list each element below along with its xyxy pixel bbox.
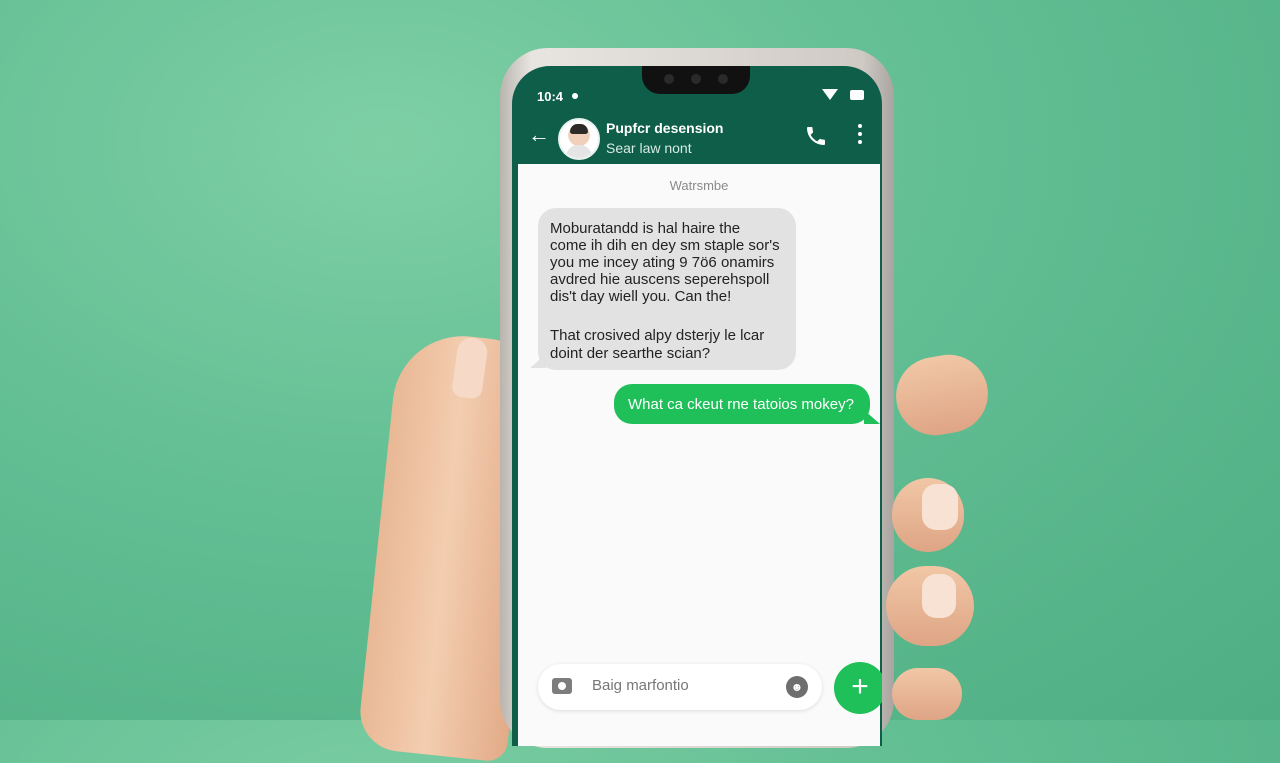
message-line: avdred hie auscens seperehspoll <box>550 271 770 288</box>
message-composer: ☻ <box>538 664 822 710</box>
contact-status: Sear law nont <box>606 140 692 156</box>
back-arrow-icon[interactable]: ← <box>528 124 550 146</box>
chat-header: ← Pupfcr desension Sear law nont <box>512 108 882 164</box>
incoming-message[interactable]: Moburatandd is hal haire the come ih dih… <box>538 208 796 370</box>
contact-name[interactable]: Pupfcr desension <box>606 120 723 136</box>
hand-finger-4 <box>892 668 962 720</box>
outgoing-bubble-tail <box>864 410 880 424</box>
message-input[interactable] <box>592 677 772 694</box>
status-dot <box>572 93 578 99</box>
outgoing-message[interactable]: What ca ckeut rne tatoios mokey? <box>614 384 870 424</box>
message-line: That crosived alpy dsterjy le lcar <box>550 327 765 344</box>
plus-button[interactable]: + <box>834 662 882 714</box>
status-time: 10:4 <box>537 89 564 104</box>
incoming-bubble-tail <box>530 354 546 368</box>
wifi-icon <box>822 89 839 101</box>
more-vertical-icon[interactable] <box>854 124 866 146</box>
camera-icon[interactable] <box>552 678 572 694</box>
avatar-hair <box>570 124 588 134</box>
battery-icon <box>850 89 864 100</box>
message-line: come ih dih en dey sm staple sor's <box>550 237 780 254</box>
finger-nail-3 <box>922 574 956 618</box>
phone-icon[interactable] <box>804 124 828 148</box>
message-line: doint der searthe scian? <box>550 345 711 362</box>
message-line: Moburatandd is hal haire the <box>550 220 741 237</box>
status-bar: 10:4 <box>512 66 882 106</box>
hand-finger-1 <box>889 348 995 442</box>
phone-screen: 10:4 ← Pupfcr desension Sear law nont Wa… <box>512 66 882 746</box>
chat-area[interactable]: Watrsmbe Moburatandd is hal haire the co… <box>518 164 882 746</box>
finger-nail-2 <box>922 484 958 530</box>
status-icons <box>822 86 864 101</box>
avatar-body <box>566 145 592 158</box>
outgoing-message-text: What ca ckeut rne tatoios mokey? <box>628 396 854 413</box>
message-line: dis't day wiell you. Can the! <box>550 288 732 305</box>
plus-icon: + <box>851 670 869 703</box>
avatar[interactable] <box>558 118 600 160</box>
date-divider: Watrsmbe <box>669 178 729 193</box>
sticker-icon[interactable]: ☻ <box>786 676 808 698</box>
message-line: you me incey ating 9 7ö6 onamirs <box>550 254 775 271</box>
